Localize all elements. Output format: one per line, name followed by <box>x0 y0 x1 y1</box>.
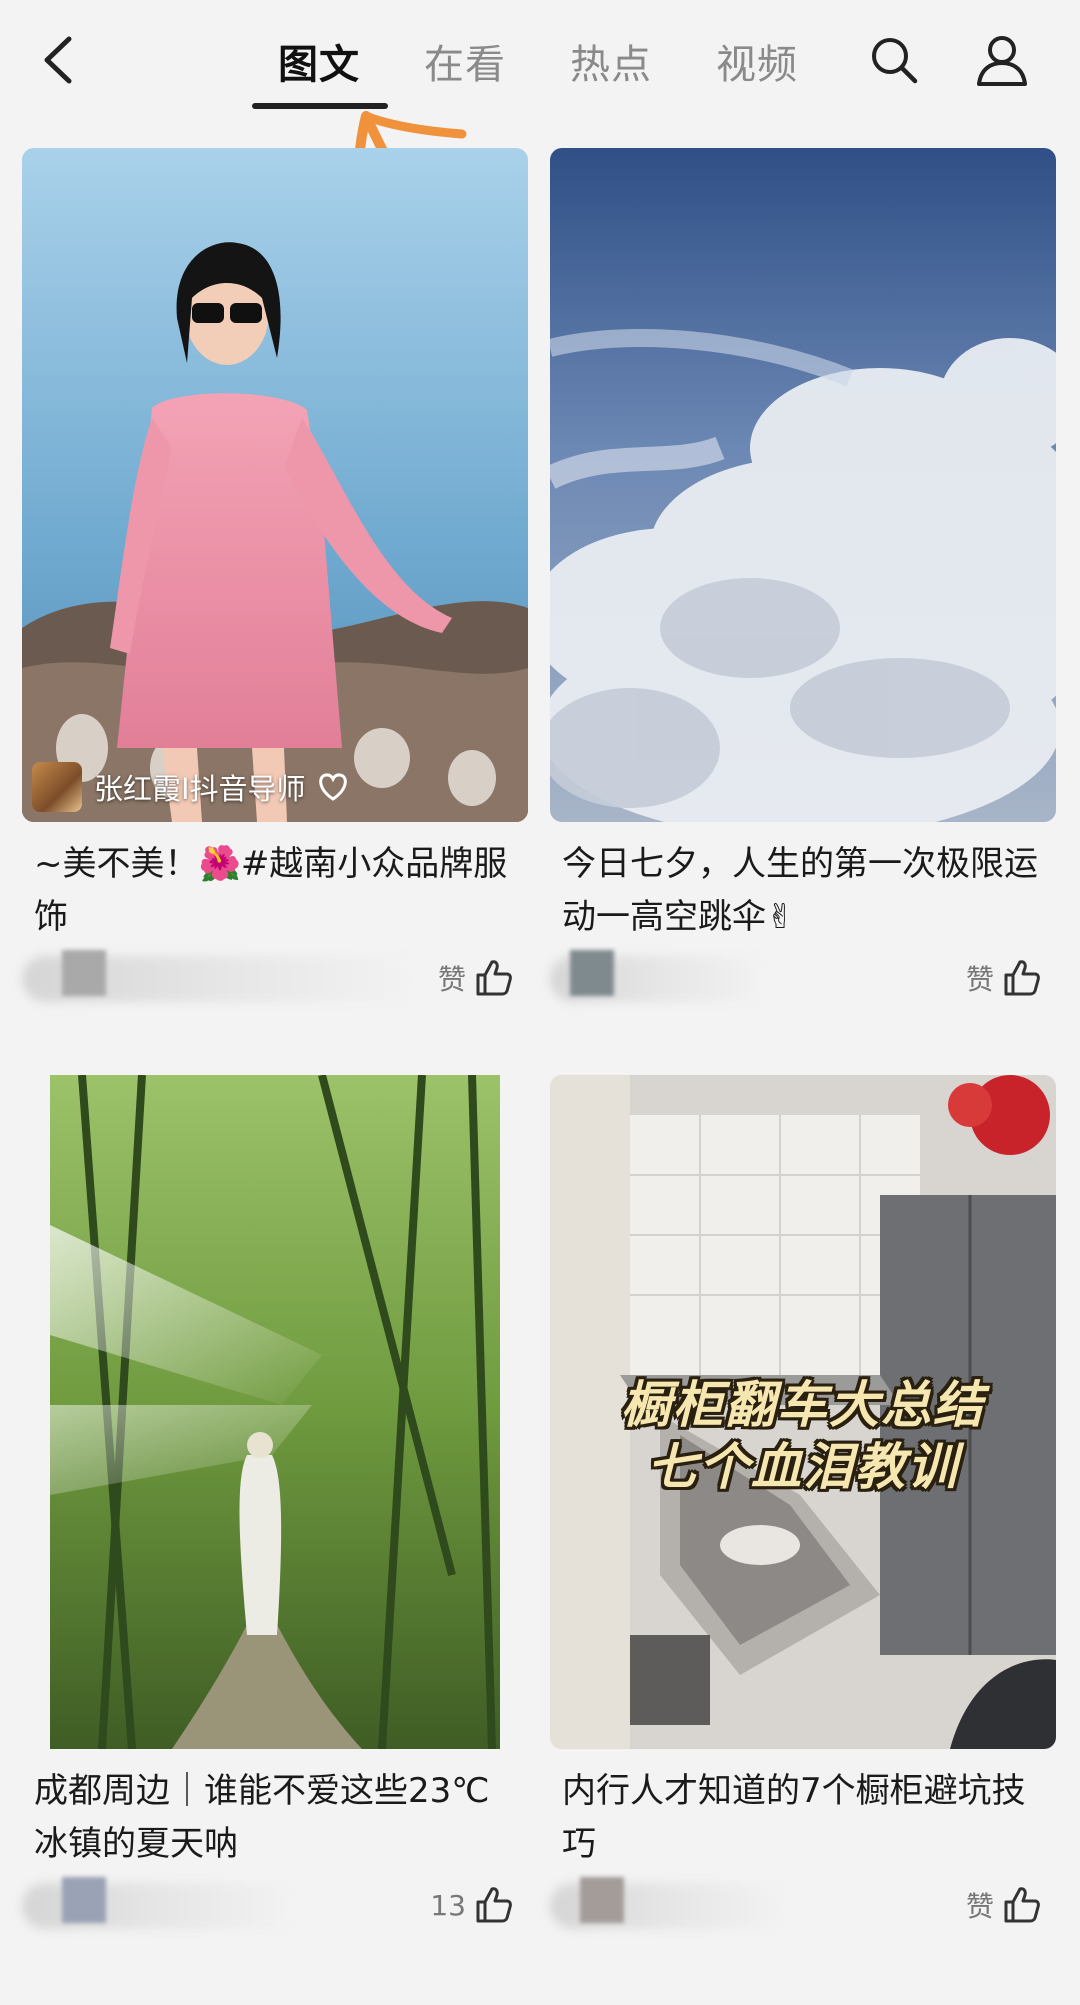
card-title[interactable]: 今日七夕，人生的第一次极限运动一高空跳伞✌ <box>562 838 1046 944</box>
feed-card[interactable]: 橱柜翻车大总结 七个血泪教训 内行人才知道的7个橱柜避坑技巧 赞 <box>550 1075 1056 1937</box>
profile-button[interactable] <box>972 30 1032 90</box>
card-meta: 13 <box>22 1877 528 1937</box>
card-title[interactable]: 成都周边｜谁能不爱这些23℃冰镇的夏天呐 <box>34 1765 518 1871</box>
blurred-avatar <box>62 950 106 996</box>
card-thumbnail[interactable]: 橱柜翻车大总结 七个血泪教训 <box>550 1075 1056 1749</box>
feed-card[interactable]: 张红霞I抖音导师 ~美不美！🌺#越南小众品牌服饰 赞 <box>22 148 528 1010</box>
profile-icon <box>977 36 1027 86</box>
photo-woman-pink-dress <box>22 148 528 822</box>
card-meta: 赞 <box>22 950 528 1010</box>
like-count: 13 <box>430 1888 466 1922</box>
thumbs-up-icon <box>476 1887 512 1923</box>
thumbs-up-icon <box>476 960 512 996</box>
tab-trending[interactable]: 热点 <box>570 32 652 90</box>
blurred-avatar <box>570 950 614 996</box>
card-title[interactable]: 内行人才知道的7个橱柜避坑技巧 <box>562 1765 1046 1871</box>
search-icon <box>872 38 918 84</box>
thumbs-up-icon <box>1004 960 1040 996</box>
like-count: 赞 <box>965 1890 994 1923</box>
card-thumbnail[interactable] <box>22 1075 528 1749</box>
card-meta: 赞 <box>550 1877 1056 1937</box>
author-tag[interactable]: 张红霞I抖音导师 <box>32 762 350 812</box>
card-title[interactable]: ~美不美！🌺#越南小众品牌服饰 <box>34 838 518 944</box>
like-button[interactable]: 赞 <box>438 958 514 998</box>
feed-card[interactable]: 成都周边｜谁能不爱这些23℃冰镇的夏天呐 13 <box>22 1075 528 1937</box>
heart-icon[interactable] <box>316 772 350 802</box>
tab-watching[interactable]: 在看 <box>424 32 506 90</box>
feed-card[interactable]: 今日七夕，人生的第一次极限运动一高空跳伞✌ 赞 <box>550 148 1056 1010</box>
top-bar: 图文 在看 热点 视频 <box>0 0 1080 118</box>
thumbs-up-icon <box>1004 1887 1040 1923</box>
card-thumbnail[interactable] <box>550 148 1056 822</box>
author-avatar <box>32 762 82 812</box>
blurred-avatar <box>580 1877 624 1923</box>
active-tab-indicator <box>252 103 388 109</box>
card-meta: 赞 <box>550 950 1056 1010</box>
overlay-caption-line-2: 七个血泪教训 <box>647 1438 959 1496</box>
tab-video[interactable]: 视频 <box>716 32 798 90</box>
photo-clouds-sky <box>550 148 1056 822</box>
like-button[interactable]: 13 <box>430 1885 514 1925</box>
blurred-avatar <box>62 1877 106 1923</box>
like-button[interactable]: 赞 <box>966 958 1042 998</box>
tab-image-text[interactable]: 图文 <box>278 32 360 90</box>
like-count: 赞 <box>437 963 466 996</box>
author-name: 张红霞I抖音导师 <box>94 772 306 806</box>
like-button[interactable]: 赞 <box>966 1885 1042 1925</box>
photo-bamboo-forest <box>50 1075 500 1749</box>
like-count: 赞 <box>965 963 994 996</box>
card-thumbnail[interactable]: 张红霞I抖音导师 <box>22 148 528 822</box>
search-button[interactable] <box>864 30 924 90</box>
